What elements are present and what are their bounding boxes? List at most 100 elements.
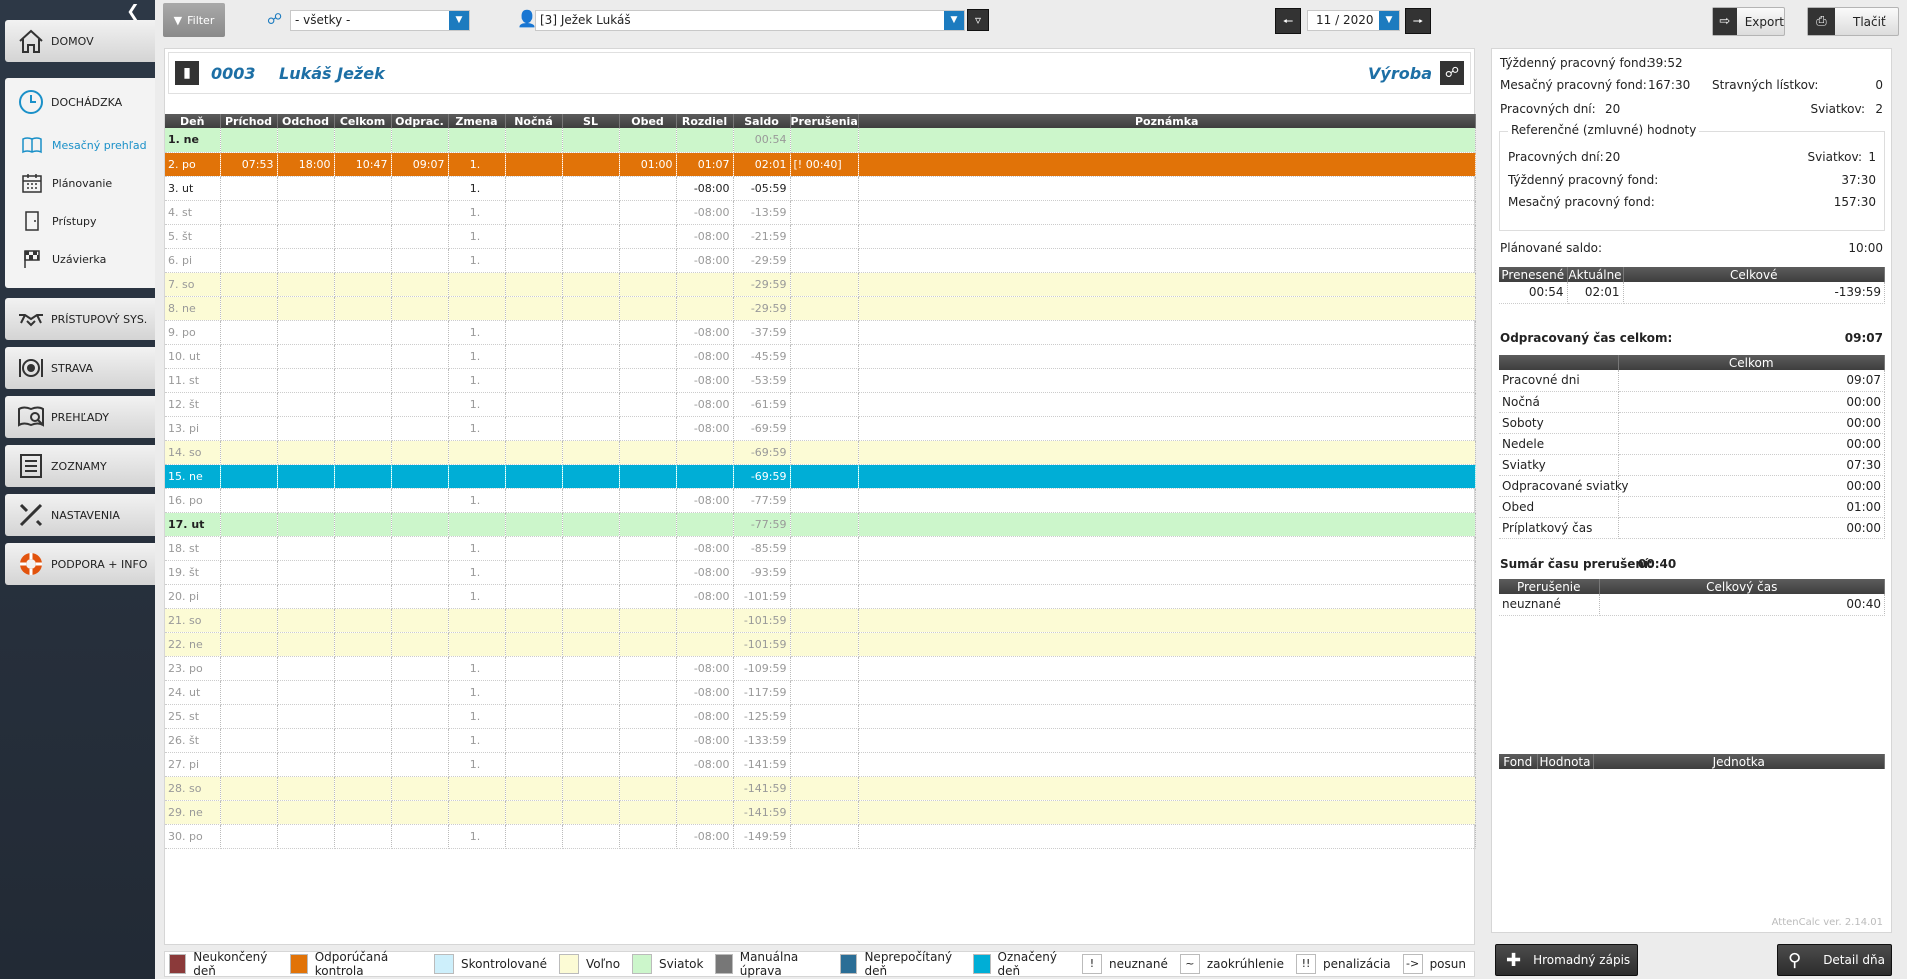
cell-odchod bbox=[277, 536, 335, 561]
table-row[interactable]: 22. ne -101:59 bbox=[165, 632, 1476, 657]
table-row[interactable]: 20. pi 1. -08:00 -101:59 bbox=[165, 584, 1476, 609]
table-row[interactable]: 24. ut 1. -08:00 -117:59 bbox=[165, 680, 1476, 705]
next-month-icon[interactable]: 🠖 bbox=[1405, 8, 1431, 34]
nav-nastavenia[interactable]: NASTAVENIA bbox=[5, 494, 155, 536]
column-header: Rozdiel bbox=[676, 114, 734, 128]
table-row[interactable]: 15. ne -69:59 bbox=[165, 464, 1476, 489]
handshake-icon bbox=[19, 314, 43, 327]
cell-prerusenia bbox=[790, 776, 859, 801]
filter-button[interactable]: ▼ Filter bbox=[163, 3, 225, 37]
cell-prerusenia bbox=[790, 200, 859, 225]
table-row[interactable]: 13. pi 1. -08:00 -69:59 bbox=[165, 416, 1476, 441]
funnel-icon: ▼ bbox=[173, 13, 183, 27]
cell-odprac bbox=[391, 296, 449, 321]
cell-zmena: 1. bbox=[448, 728, 506, 753]
table-row[interactable]: 28. so -141:59 bbox=[165, 776, 1476, 801]
table-row[interactable]: 3. ut 1. -08:00 -05:59 bbox=[165, 176, 1476, 201]
legend-item: Odporúčaná kontrola bbox=[290, 950, 430, 978]
table-row[interactable]: 26. št 1. -08:00 -133:59 bbox=[165, 728, 1476, 753]
cell-day: 22. ne bbox=[165, 632, 221, 657]
weekly-fund-row: Týždenný pracovný fond: 39:52 bbox=[1500, 56, 1883, 72]
cell-prerusenia bbox=[790, 248, 859, 273]
plus-icon: ✚ bbox=[1506, 949, 1522, 971]
table-row[interactable]: 18. st 1. -08:00 -85:59 bbox=[165, 536, 1476, 561]
cell-prerusenia bbox=[790, 416, 859, 441]
table-row[interactable]: 27. pi 1. -08:00 -141:59 bbox=[165, 752, 1476, 777]
cell-prerusenia bbox=[790, 488, 859, 513]
table-row[interactable]: 6. pi 1. -08:00 -29:59 bbox=[165, 248, 1476, 273]
table-row[interactable]: 21. so -101:59 bbox=[165, 608, 1476, 633]
department-icon[interactable]: ☍ bbox=[1440, 61, 1464, 85]
prev-month-icon[interactable]: 🠔 bbox=[1275, 8, 1301, 34]
group-select[interactable]: - všetky - ▼ bbox=[290, 10, 470, 31]
table-row[interactable]: 16. po 1. -08:00 -77:59 bbox=[165, 488, 1476, 513]
month-select[interactable]: 11 / 2020 ▼ bbox=[1307, 10, 1400, 31]
cell-sl bbox=[562, 320, 620, 345]
table-row[interactable]: 9. po 1. -08:00 -37:59 bbox=[165, 320, 1476, 345]
collapse-sidebar-icon[interactable]: ❮ bbox=[124, 2, 142, 20]
cell-celkom bbox=[334, 656, 392, 681]
print-button[interactable]: ⎙ Tlačiť bbox=[1807, 7, 1899, 36]
cell-day: 25. st bbox=[165, 704, 221, 729]
table-row[interactable]: 17. ut -77:59 bbox=[165, 512, 1476, 537]
table-row[interactable]: 25. st 1. -08:00 -125:59 bbox=[165, 704, 1476, 729]
table-row[interactable]: 8. ne -29:59 bbox=[165, 296, 1476, 321]
cell-sl bbox=[562, 200, 620, 225]
cell-odprac bbox=[391, 680, 449, 705]
nav-podpora-info[interactable]: PODPORA + INFO bbox=[5, 543, 155, 585]
nav-zoznamy[interactable]: ZOZNAMY bbox=[5, 445, 155, 487]
cell-odchod bbox=[277, 704, 335, 729]
cell-obed bbox=[619, 344, 677, 369]
nav-pristupovy-sys[interactable]: PRÍSTUPOVÝ SYS. bbox=[5, 298, 155, 340]
employee-select[interactable]: [3] Ježek Lukáš ▼ bbox=[535, 10, 965, 31]
cell-celkom bbox=[334, 776, 392, 801]
nav-strava[interactable]: STRAVA bbox=[5, 347, 155, 389]
nav-prehlady[interactable]: PREHĽADY bbox=[5, 396, 155, 438]
cell-obed bbox=[619, 272, 677, 297]
table-row[interactable]: 7. so -29:59 bbox=[165, 272, 1476, 297]
home-icon bbox=[19, 29, 43, 53]
cell-odprac bbox=[391, 584, 449, 609]
table-row[interactable]: 12. št 1. -08:00 -61:59 bbox=[165, 392, 1476, 417]
cell-sl bbox=[562, 224, 620, 249]
employee-filter-icon[interactable]: ▿ bbox=[967, 9, 989, 31]
cell-prerusenia bbox=[790, 128, 859, 153]
sub-uzavierka[interactable]: Uzávierka bbox=[5, 240, 155, 278]
table-row[interactable]: 1. ne 00:54 bbox=[165, 128, 1476, 153]
sub-pristupy[interactable]: Prístupy bbox=[5, 202, 155, 240]
cell-prichod bbox=[220, 320, 278, 345]
chevron-down-icon[interactable]: ▼ bbox=[1379, 11, 1399, 30]
table-row[interactable]: 2. po 07:53 18:00 10:47 09:07 1. 01:00 01:07 02:… bbox=[165, 152, 1476, 177]
table-row[interactable]: 10. ut 1. -08:00 -45:59 bbox=[165, 344, 1476, 369]
cell-obed bbox=[619, 200, 677, 225]
nav-dochadzka[interactable]: DOCHÁDZKA bbox=[5, 78, 155, 126]
table-row[interactable]: 29. ne -141:59 bbox=[165, 800, 1476, 825]
cell-prerusenia bbox=[790, 752, 859, 777]
cell-odchod bbox=[277, 464, 335, 489]
chevron-down-icon[interactable]: ▼ bbox=[944, 11, 964, 30]
cell-prerusenia bbox=[790, 704, 859, 729]
sub-mesacny-prehlad[interactable]: Mesačný prehľad bbox=[5, 126, 155, 164]
table-row[interactable]: 4. st 1. -08:00 -13:59 bbox=[165, 200, 1476, 225]
reference-title: Referenčné (zmluvné) hodnoty bbox=[1508, 123, 1700, 137]
sub-planovanie[interactable]: Plánovanie bbox=[5, 164, 155, 202]
table-row[interactable]: 30. po 1. -08:00 -149:59 bbox=[165, 824, 1476, 849]
cell-saldo: -29:59 bbox=[733, 296, 791, 321]
table-row[interactable]: 5. št 1. -08:00 -21:59 bbox=[165, 224, 1476, 249]
cell-day: 5. št bbox=[165, 224, 221, 249]
table-row[interactable]: 19. št 1. -08:00 -93:59 bbox=[165, 560, 1476, 585]
cell-odchod bbox=[277, 608, 335, 633]
table-row[interactable]: 14. so -69:59 bbox=[165, 440, 1476, 465]
table-row[interactable]: 11. st 1. -08:00 -53:59 bbox=[165, 368, 1476, 393]
bulk-entry-button[interactable]: ✚ Hromadný zápis bbox=[1495, 944, 1638, 976]
saldo-total: -139:59 bbox=[1623, 282, 1885, 304]
cell-saldo: -141:59 bbox=[733, 776, 791, 801]
sub-label: Uzávierka bbox=[52, 252, 107, 266]
export-button[interactable]: ⇨ Export bbox=[1712, 7, 1785, 36]
cell-prichod bbox=[220, 272, 278, 297]
chevron-down-icon[interactable]: ▼ bbox=[449, 11, 469, 30]
cell-day: 8. ne bbox=[165, 296, 221, 321]
table-row[interactable]: 23. po 1. -08:00 -109:59 bbox=[165, 656, 1476, 681]
day-detail-button[interactable]: ⚲ Detail dňa bbox=[1777, 944, 1892, 976]
nav-domov[interactable]: DOMOV bbox=[5, 20, 155, 62]
